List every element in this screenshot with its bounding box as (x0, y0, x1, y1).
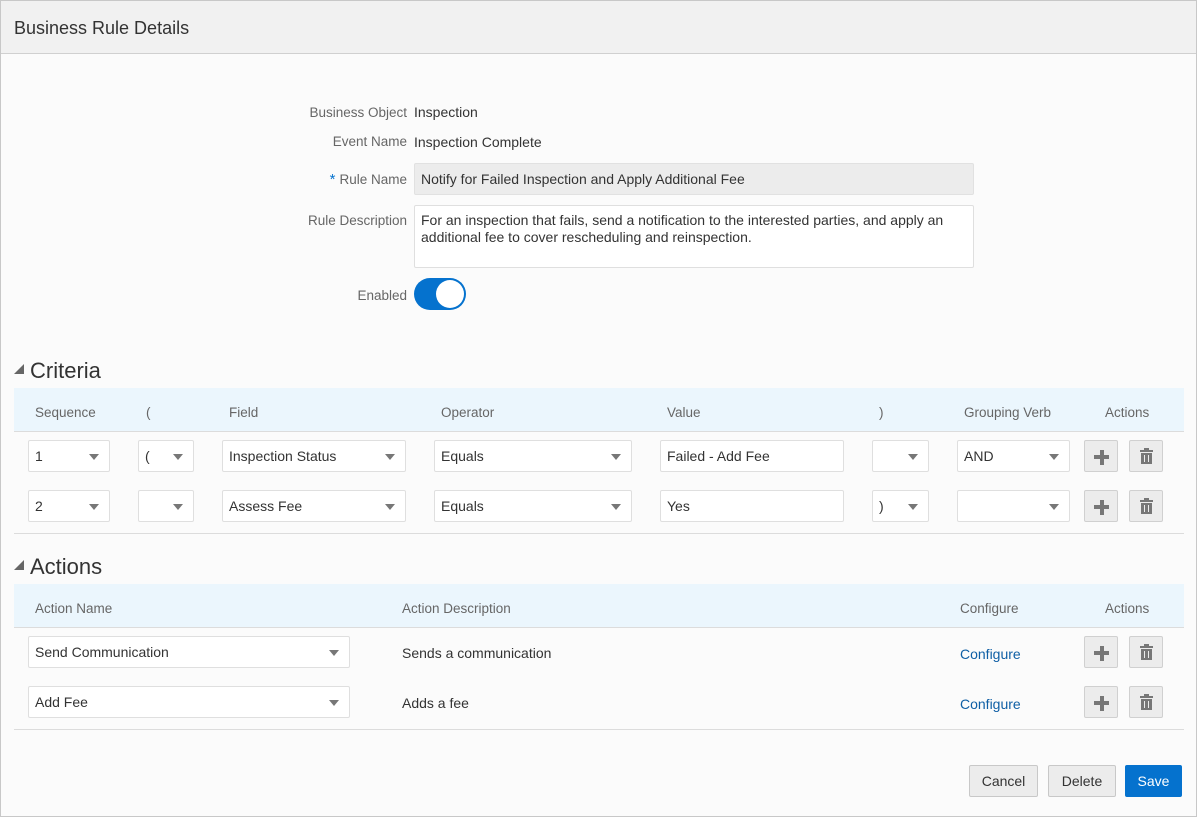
actions-table-header: Action Name Action Description Configure… (14, 584, 1184, 628)
action-name-value: Add Fee (35, 694, 88, 710)
business-rule-details-panel: Business Rule Details Business Object In… (0, 0, 1197, 817)
actions-title: Actions (30, 554, 103, 579)
col-action-name: Action Name (35, 601, 113, 616)
save-button[interactable]: Save (1125, 765, 1182, 797)
chevron-down-icon (1049, 504, 1059, 510)
close-paren-value: ) (879, 498, 884, 514)
delete-button[interactable]: Delete (1048, 765, 1116, 797)
actions-divider (14, 729, 1184, 730)
add-criteria-button[interactable] (1084, 440, 1118, 472)
delete-criteria-button[interactable] (1129, 440, 1163, 472)
chevron-down-icon (1049, 454, 1059, 460)
actions-section-header[interactable]: Actions (14, 554, 102, 580)
open-paren-value: ( (145, 448, 150, 464)
sequence-select[interactable]: 1 (28, 440, 110, 472)
toggle-knob (436, 280, 464, 308)
rule-name-label: * Rule Name (207, 171, 407, 188)
col-configure: Configure (960, 601, 1019, 616)
collapse-triangle-icon (14, 364, 24, 375)
chevron-down-icon (89, 454, 99, 460)
chevron-down-icon (908, 454, 918, 460)
col-action-description: Action Description (402, 601, 511, 616)
chevron-down-icon (385, 454, 395, 460)
add-action-button[interactable] (1084, 686, 1118, 718)
col-actions: Actions (1105, 601, 1150, 616)
field-value: Inspection Status (229, 448, 337, 464)
field-select[interactable]: Inspection Status (222, 440, 406, 472)
sequence-value: 1 (35, 448, 43, 464)
value-input[interactable]: Failed - Add Fee (660, 440, 844, 472)
event-name-value: Inspection Complete (414, 134, 542, 150)
criteria-title: Criteria (30, 358, 101, 383)
open-paren-select[interactable]: ( (138, 440, 194, 472)
chevron-down-icon (611, 454, 621, 460)
add-criteria-button[interactable] (1084, 490, 1118, 522)
col-sequence: Sequence (35, 405, 96, 420)
grouping-verb-select[interactable] (957, 490, 1070, 522)
rule-description-textarea[interactable]: For an inspection that fails, send a not… (414, 205, 974, 268)
grouping-verb-value: AND (964, 448, 994, 464)
operator-value: Equals (441, 498, 484, 514)
cancel-button[interactable]: Cancel (969, 765, 1038, 797)
field-value: Assess Fee (229, 498, 303, 514)
criteria-table-header: Sequence ( Field Operator Value ) Groupi… (14, 388, 1184, 432)
event-name-label: Event Name (332, 134, 407, 149)
delete-criteria-button[interactable] (1129, 490, 1163, 522)
col-close-paren: ) (879, 405, 884, 420)
business-object-value: Inspection (414, 104, 478, 120)
chevron-down-icon (385, 504, 395, 510)
col-operator: Operator (441, 405, 495, 420)
chevron-down-icon (89, 504, 99, 510)
enabled-label: Enabled (357, 288, 407, 303)
operator-select[interactable]: Equals (434, 440, 632, 472)
configure-link[interactable]: Configure (960, 696, 1021, 712)
chevron-down-icon (611, 504, 621, 510)
rule-description-label: Rule Description (307, 213, 407, 228)
close-paren-select[interactable]: ) (872, 490, 929, 522)
col-grouping-verb: Grouping Verb (964, 405, 1052, 420)
delete-action-button[interactable] (1129, 686, 1163, 718)
required-indicator: * (329, 171, 336, 188)
criteria-divider (14, 533, 1184, 534)
enabled-toggle[interactable] (414, 278, 466, 310)
col-value: Value (667, 405, 701, 420)
field-select[interactable]: Assess Fee (222, 490, 406, 522)
action-name-select[interactable]: Add Fee (28, 686, 350, 718)
close-paren-select[interactable] (872, 440, 929, 472)
operator-select[interactable]: Equals (434, 490, 632, 522)
add-action-button[interactable] (1084, 636, 1118, 668)
col-actions: Actions (1105, 405, 1150, 420)
action-description: Adds a fee (402, 695, 469, 711)
chevron-down-icon (908, 504, 918, 510)
collapse-triangle-icon (14, 560, 24, 571)
page-header: Business Rule Details (1, 1, 1196, 54)
sequence-select[interactable]: 2 (28, 490, 110, 522)
page-title: Business Rule Details (14, 18, 190, 38)
operator-value: Equals (441, 448, 484, 464)
value-input[interactable]: Yes (660, 490, 844, 522)
action-name-value: Send Communication (35, 644, 169, 660)
chevron-down-icon (329, 650, 339, 656)
col-open-paren: ( (146, 405, 151, 420)
chevron-down-icon (173, 504, 183, 510)
grouping-verb-select[interactable]: AND (957, 440, 1070, 472)
rule-name-input[interactable]: Notify for Failed Inspection and Apply A… (414, 163, 974, 195)
open-paren-select[interactable] (138, 490, 194, 522)
chevron-down-icon (329, 700, 339, 706)
sequence-value: 2 (35, 498, 43, 514)
chevron-down-icon (173, 454, 183, 460)
col-field: Field (229, 405, 259, 420)
action-description: Sends a communication (402, 645, 552, 661)
criteria-section-header[interactable]: Criteria (14, 358, 101, 384)
business-object-label: Business Object (309, 105, 407, 120)
configure-link[interactable]: Configure (960, 646, 1021, 662)
action-name-select[interactable]: Send Communication (28, 636, 350, 668)
delete-action-button[interactable] (1129, 636, 1163, 668)
rule-name-label-text: Rule Name (339, 172, 407, 187)
